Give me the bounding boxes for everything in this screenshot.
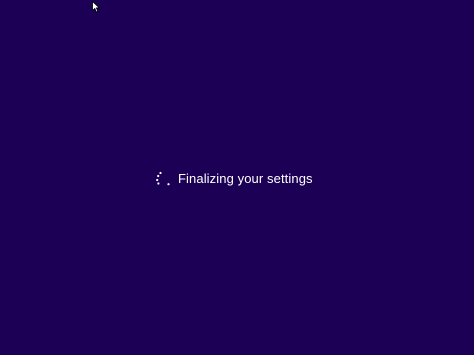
loading-spinner-icon xyxy=(156,171,170,186)
mouse-pointer-icon xyxy=(92,0,102,13)
setup-screen: Finalizing your settings xyxy=(0,0,474,355)
status-message: Finalizing your settings xyxy=(178,171,313,186)
status-row: Finalizing your settings xyxy=(155,168,313,190)
